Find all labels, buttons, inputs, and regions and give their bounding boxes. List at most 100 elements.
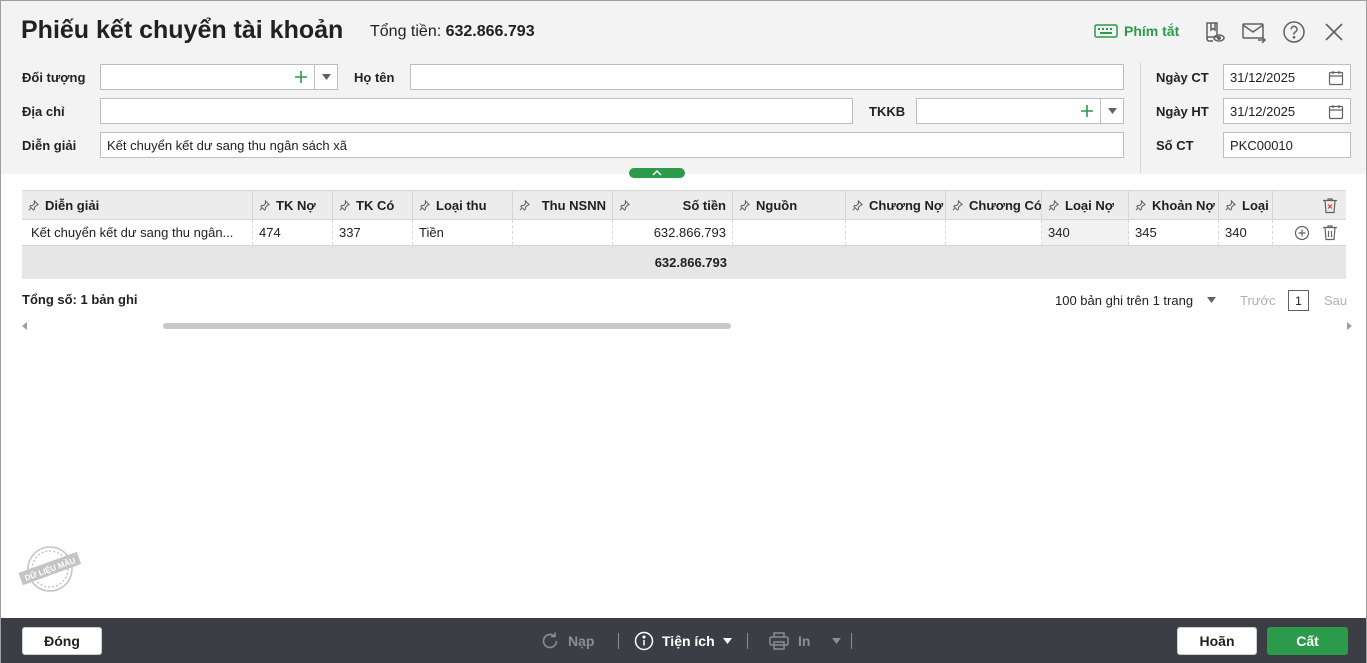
- calendar-icon[interactable]: [1328, 70, 1344, 86]
- col-header-nguon[interactable]: Nguồn: [733, 191, 846, 219]
- col-header-chuong-co[interactable]: Chương Có: [946, 191, 1042, 219]
- shortcut-button[interactable]: Phím tắt: [1094, 23, 1179, 39]
- ho-ten-label: Họ tên: [354, 70, 395, 85]
- prev-page-button[interactable]: Trước: [1240, 293, 1276, 308]
- scroll-right-icon[interactable]: [1346, 322, 1352, 330]
- page-title: Phiếu kết chuyển tài khoản: [21, 16, 344, 44]
- cell-so-tien[interactable]: 632.866.793: [613, 220, 733, 245]
- pin-icon[interactable]: [1225, 199, 1236, 211]
- close-button[interactable]: Đóng: [22, 627, 102, 655]
- cell-thu-nsnn[interactable]: [513, 220, 613, 245]
- ngay-ct-input[interactable]: 31/12/2025: [1223, 64, 1351, 90]
- table-row[interactable]: Kết chuyển kết dư sang thu ngân... 474 3…: [22, 220, 1346, 246]
- cell-loai[interactable]: 340: [1219, 220, 1273, 245]
- caret-down-icon: [321, 74, 331, 80]
- row-actions: [1273, 220, 1346, 245]
- pin-icon[interactable]: [619, 199, 630, 211]
- info-icon: [634, 631, 654, 651]
- cell-khoan-no[interactable]: 345: [1129, 220, 1219, 245]
- so-ct-label: Số CT: [1156, 138, 1194, 153]
- add-tkkb-button[interactable]: [1075, 99, 1099, 123]
- col-header-so-tien[interactable]: Số tiền: [613, 191, 733, 219]
- col-header-tk-no[interactable]: TK Nợ: [253, 191, 333, 219]
- tkkb-dropdown[interactable]: [1100, 99, 1123, 123]
- pin-icon[interactable]: [852, 199, 863, 211]
- total-amount: Tổng tiền: 632.866.793: [370, 23, 535, 41]
- tkkb-combo[interactable]: [916, 98, 1124, 124]
- close-dialog-button[interactable]: [1321, 19, 1347, 45]
- ngay-ht-input[interactable]: 31/12/2025: [1223, 98, 1351, 124]
- pin-icon[interactable]: [339, 199, 350, 211]
- dialog-header: Phiếu kết chuyển tài khoản Tổng tiền: 63…: [1, 1, 1366, 174]
- toolbar-separator: [747, 633, 748, 649]
- save-button[interactable]: Cất: [1267, 627, 1348, 655]
- dia-chi-input[interactable]: [100, 98, 853, 124]
- doi-tuong-dropdown[interactable]: [314, 65, 337, 89]
- send-mail-button[interactable]: [1241, 19, 1267, 45]
- reload-label: Nạp: [568, 633, 595, 649]
- ngay-ct-value: 31/12/2025: [1230, 69, 1296, 85]
- collapse-header-button[interactable]: [629, 168, 685, 178]
- cell-dien-giai[interactable]: Kết chuyển kết dư sang thu ngân...: [22, 220, 253, 245]
- cell-nguon[interactable]: [733, 220, 846, 245]
- dialog-window: Phiếu kết chuyển tài khoản Tổng tiền: 63…: [0, 0, 1367, 663]
- col-header-khoan-no[interactable]: Khoản Nợ: [1129, 191, 1219, 219]
- horizontal-scrollbar[interactable]: [22, 320, 1352, 332]
- dien-giai-label: Diễn giải: [22, 138, 77, 153]
- pin-icon[interactable]: [519, 199, 530, 211]
- plus-icon: [1081, 105, 1093, 117]
- book-eye-icon: [1206, 22, 1225, 42]
- calendar-icon[interactable]: [1328, 104, 1344, 120]
- pin-icon[interactable]: [952, 199, 963, 211]
- shortcut-label: Phím tắt: [1124, 23, 1180, 39]
- page-size-select[interactable]: 100 bản ghi trên 1 trang: [1055, 293, 1193, 308]
- doi-tuong-combo[interactable]: [100, 64, 338, 90]
- preview-button[interactable]: [1201, 19, 1227, 45]
- scroll-left-icon[interactable]: [22, 322, 28, 330]
- grid-header-row: Diễn giải TK Nợ TK Có Loại thu Thu NSNN …: [22, 190, 1346, 220]
- pin-icon[interactable]: [1135, 199, 1146, 211]
- caret-down-icon[interactable]: [1207, 297, 1216, 303]
- cell-loai-no[interactable]: 340: [1042, 220, 1129, 245]
- printer-icon: [769, 632, 789, 650]
- col-header-chuong-no[interactable]: Chương Nợ: [846, 191, 946, 219]
- footer-bar: Đóng Nạp Tiện ích In Hoãn Cất: [1, 618, 1366, 663]
- delete-all-rows-button[interactable]: [1273, 191, 1346, 219]
- pin-icon[interactable]: [28, 199, 39, 211]
- form-divider: [1140, 63, 1141, 173]
- cell-tk-no[interactable]: 474: [253, 220, 333, 245]
- print-button[interactable]: In: [768, 628, 842, 654]
- cell-chuong-no[interactable]: [846, 220, 946, 245]
- cell-tk-co[interactable]: 337: [333, 220, 413, 245]
- sample-data-stamp: DỮ LIỆU MẪU: [18, 546, 82, 592]
- cell-chuong-co[interactable]: [946, 220, 1042, 245]
- next-page-button[interactable]: Sau: [1324, 293, 1347, 308]
- add-doi-tuong-button[interactable]: [289, 65, 313, 89]
- current-page[interactable]: 1: [1288, 290, 1309, 311]
- cancel-button[interactable]: Hoãn: [1177, 627, 1257, 655]
- scrollbar-thumb[interactable]: [163, 323, 731, 329]
- help-button[interactable]: [1281, 19, 1307, 45]
- so-ct-input[interactable]: PKC00010: [1223, 132, 1351, 158]
- pin-icon[interactable]: [259, 199, 270, 211]
- reload-button[interactable]: Nạp: [540, 628, 594, 654]
- col-header-loai-thu[interactable]: Loại thu: [413, 191, 513, 219]
- cell-loai-thu[interactable]: Tiền: [413, 220, 513, 245]
- pin-icon[interactable]: [1048, 199, 1059, 211]
- utilities-button[interactable]: Tiện ích: [634, 628, 732, 654]
- pin-icon[interactable]: [419, 199, 430, 211]
- add-row-icon[interactable]: [1294, 225, 1310, 241]
- col-header-loai-no[interactable]: Loại Nợ: [1042, 191, 1129, 219]
- utilities-label: Tiện ích: [662, 633, 715, 649]
- caret-down-icon: [1107, 108, 1117, 114]
- col-header-tk-co[interactable]: TK Có: [333, 191, 413, 219]
- print-label: In: [798, 633, 811, 649]
- dia-chi-label: Địa chỉ: [22, 104, 65, 119]
- ho-ten-input[interactable]: [410, 64, 1124, 90]
- dien-giai-input[interactable]: Kết chuyển kết dư sang thu ngân sách xã: [100, 132, 1124, 158]
- col-header-thu-nsnn[interactable]: Thu NSNN: [513, 191, 613, 219]
- col-header-loai[interactable]: Loại: [1219, 191, 1273, 219]
- trash-icon[interactable]: [1322, 224, 1338, 241]
- pin-icon[interactable]: [739, 199, 750, 211]
- col-header-dien-giai[interactable]: Diễn giải: [22, 191, 253, 219]
